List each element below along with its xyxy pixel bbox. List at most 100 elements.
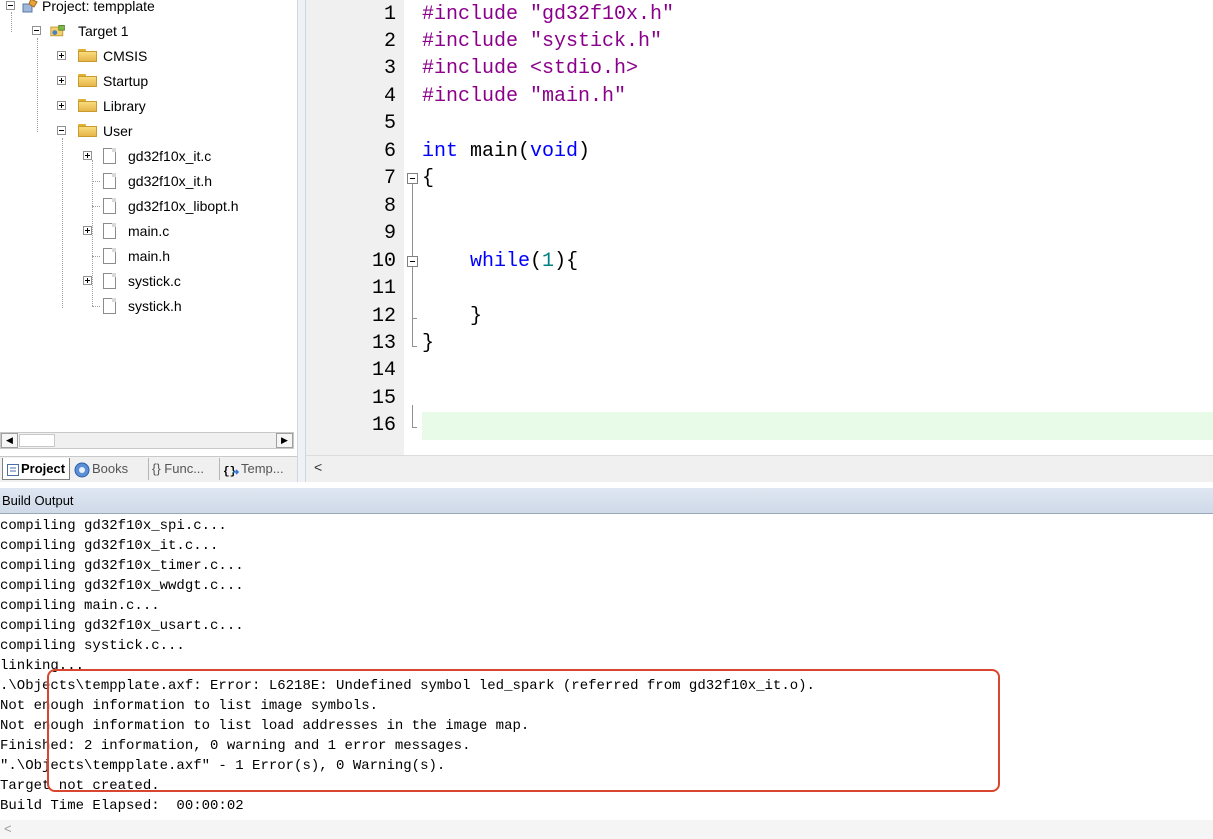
tree-file[interactable]: systick.h [0,294,297,319]
scroll-right-button[interactable]: ▶ [276,433,293,448]
code-text-area[interactable]: #include "gd32f10x.h" #include "systick.… [422,0,1213,455]
tab-label: Books [92,461,129,476]
error-line: .\Objects\tempplate.axf: Error: L6218E: … [0,678,815,694]
tree-file[interactable]: gd32f10x_libopt.h [0,194,297,219]
tree-target[interactable]: Target 1 [0,19,297,44]
collapse-toggle[interactable] [6,1,15,10]
scroll-left-arrow[interactable]: < [4,821,12,836]
output-line: Target not created. [0,778,160,794]
line-number: 15 [371,387,396,410]
file-icon [103,273,116,289]
build-output-panel[interactable]: compiling gd32f10x_spi.c... compiling gd… [0,514,1213,820]
scroll-thumb[interactable] [19,434,55,447]
tree-file[interactable]: gd32f10x_it.c [0,144,297,169]
code-line: while(1){ [470,250,579,273]
tree-group-startup[interactable]: Startup [0,69,297,94]
code-line: } [422,332,435,355]
line-number: 7 [383,167,396,190]
output-line: Not enough information to list load addr… [0,718,530,734]
output-line: compiling gd32f10x_wwdgt.c... [0,578,244,594]
fold-end [412,346,417,347]
file-icon [103,148,116,164]
editor-hscrollbar[interactable]: < [306,455,1213,482]
panel-tabs: Project Books {} Func... {} Temp... [0,456,297,482]
expand-toggle[interactable] [83,276,92,285]
open-folder-icon [78,124,97,138]
code-line: int main(void) [422,140,591,163]
file-label: main.h [128,248,171,264]
tab-label: {} Func... [152,461,205,476]
folder-icon [78,49,97,63]
expand-toggle[interactable] [57,101,66,110]
collapse-toggle[interactable] [57,126,66,135]
code-line: #include "systick.h" [422,30,663,53]
project-icon [7,463,19,476]
expand-toggle[interactable] [83,151,92,160]
tree-file[interactable]: main.c [0,219,297,244]
line-number: 6 [383,140,396,163]
file-label: gd32f10x_it.h [128,173,213,189]
scroll-left-arrow[interactable]: < [314,459,322,475]
scroll-left-button[interactable]: ◀ [1,433,18,448]
project-hscrollbar[interactable]: ◀ ▶ [0,432,294,449]
line-number: 8 [383,195,396,218]
output-line: compiling gd32f10x_it.c... [0,538,219,554]
expand-toggle[interactable] [83,226,92,235]
tab-functions[interactable]: {} Func... [148,458,220,480]
output-line: compiling gd32f10x_usart.c... [0,618,244,634]
tab-project[interactable]: Project [2,458,70,480]
file-icon [103,248,116,264]
current-line-highlight [422,412,1213,440]
target-icon [50,25,65,37]
tree-file[interactable]: main.h [0,244,297,269]
file-icon [103,298,116,314]
line-number: 11 [371,277,396,300]
project-label: Project: tempplate [42,0,155,14]
line-number: 3 [383,57,396,80]
line-number: 10 [371,250,396,273]
templates-icon: {} [223,466,239,477]
panel-splitter[interactable] [297,0,306,482]
group-label: Startup [103,73,149,89]
tab-books[interactable]: Books [74,458,144,480]
code-line: #include <stdio.h> [422,57,639,80]
output-line: compiling gd32f10x_timer.c... [0,558,244,574]
tab-label: Temp... [241,461,284,476]
output-line: compiling main.c... [0,598,160,614]
tree-group-cmsis[interactable]: CMSIS [0,44,297,69]
line-number: 2 [383,30,396,53]
line-number: 16 [371,414,396,437]
tree-file[interactable]: gd32f10x_it.h [0,169,297,194]
output-line: compiling systick.c... [0,638,185,654]
expand-toggle[interactable] [57,51,66,60]
line-number: 14 [371,359,396,382]
output-line: linking... [0,658,85,674]
file-label: systick.h [128,298,182,314]
expand-toggle[interactable] [57,76,66,85]
file-icon [103,223,116,239]
fold-toggle[interactable] [407,256,418,267]
tab-templates[interactable]: {} Temp... [219,458,293,480]
code-line: } [422,305,483,328]
collapse-toggle[interactable] [32,26,41,35]
output-hscrollbar[interactable]: < [0,820,1213,839]
code-line: { [422,167,435,190]
line-number: 4 [383,85,396,108]
code-editor[interactable]: 1 2 3 4 5 6 7 8 9 10 11 12 13 14 15 16 #… [306,0,1213,482]
tree-file[interactable]: systick.c [0,269,297,294]
fold-toggle[interactable] [407,173,418,184]
code-line: #include "main.h" [422,85,627,108]
tree-group-library[interactable]: Library [0,94,297,119]
fold-end [412,427,417,428]
tree-project-root[interactable]: Project: tempplate [0,0,297,19]
tree-group-user[interactable]: User [0,119,297,144]
code-line: #include "gd32f10x.h" [422,3,675,26]
output-line: Not enough information to list image sym… [0,698,379,714]
line-number: 13 [371,332,396,355]
folder-icon [78,74,97,88]
line-number-gutter: 1 2 3 4 5 6 7 8 9 10 11 12 13 14 15 16 [306,0,404,455]
group-label: Library [103,98,146,114]
file-label: gd32f10x_it.c [128,148,212,164]
build-output-header: Build Output [0,488,1213,514]
fold-margin [404,0,422,455]
